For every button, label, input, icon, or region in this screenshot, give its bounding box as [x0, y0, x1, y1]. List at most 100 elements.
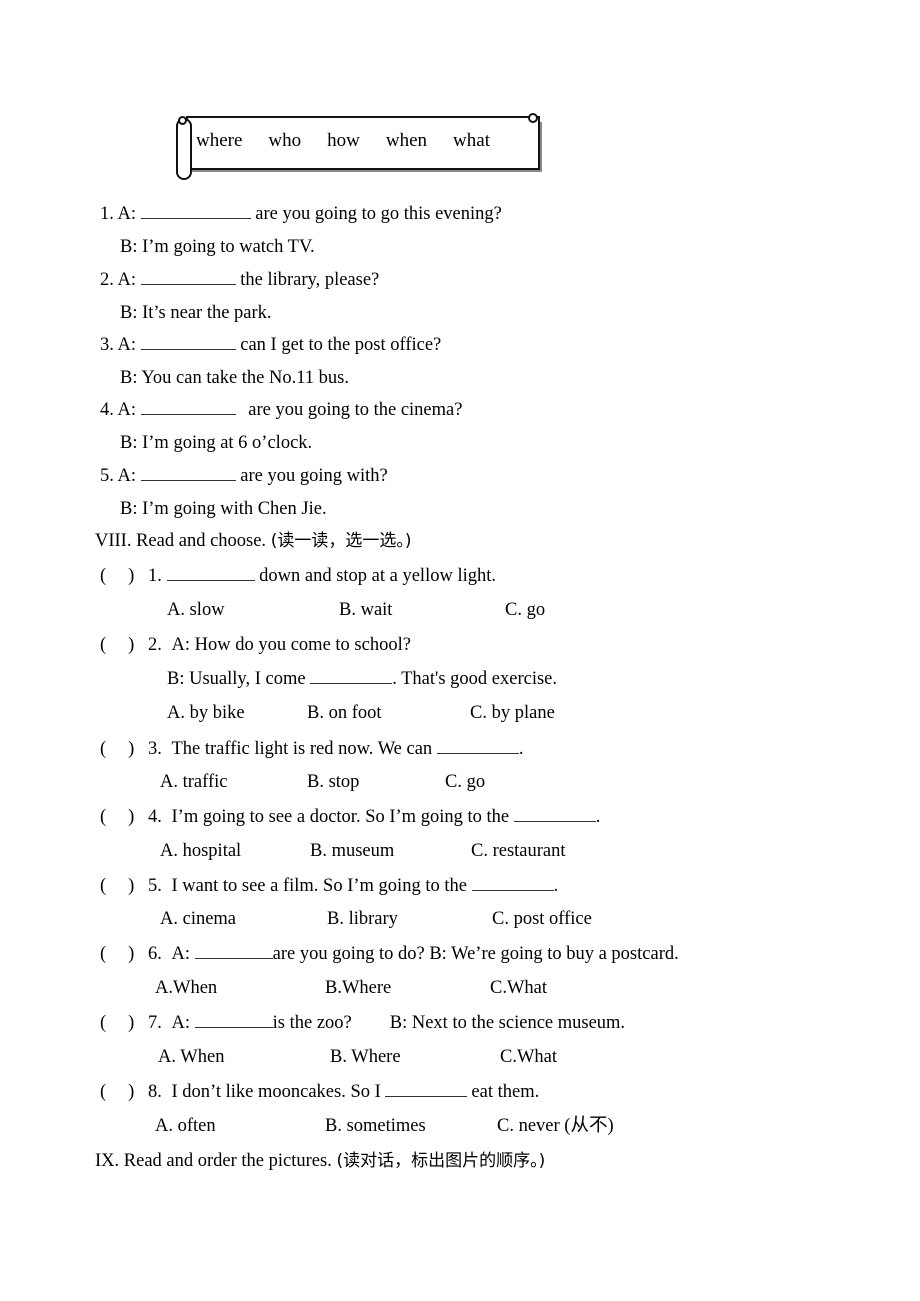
- mcq-3-option-c[interactable]: C. go: [445, 771, 485, 793]
- mcq-8-option-c[interactable]: C. never (从不): [497, 1115, 614, 1137]
- mcq-2-subline: B: Usually, I come . That's good exercis…: [167, 668, 557, 690]
- dialogue-2-text: the library, please?: [240, 270, 380, 290]
- mcq-2-text: A: How do you come to school?: [171, 635, 411, 655]
- mcq-7-option-c[interactable]: C.What: [500, 1046, 557, 1068]
- mcq-8-option-a[interactable]: A. often: [155, 1115, 216, 1137]
- mcq-4-stem: 4. I’m going to see a doctor. So I’m goi…: [148, 806, 600, 828]
- mcq-8-num: 8.: [148, 1082, 162, 1102]
- mcq-8-blank[interactable]: [385, 1082, 468, 1097]
- mcq-2-num: 2.: [148, 635, 162, 655]
- dialogue-item-4-answer: B: I’m going at 6 o’clock.: [120, 433, 313, 453]
- mcq-5-stem: 5. I want to see a film. So I’m going to…: [148, 875, 558, 897]
- mcq-3-text-post: .: [518, 739, 524, 759]
- bracket-open-6: (: [100, 944, 107, 964]
- dialogue-item-4-question: 4. A: are you going to the cinema?: [100, 399, 462, 421]
- dialogue-1-num: 1. A:: [100, 204, 136, 224]
- mcq-5-option-a[interactable]: A. cinema: [160, 908, 236, 930]
- answer-bracket-7[interactable]: (): [100, 1012, 134, 1034]
- mcq-4-option-b[interactable]: B. museum: [310, 840, 394, 862]
- section-viii-heading-cn: (读一读，选一选。): [270, 531, 412, 551]
- mcq-7-text: A:: [171, 1013, 195, 1033]
- mcq-4-blank[interactable]: [513, 807, 596, 822]
- mcq-3-blank[interactable]: [436, 739, 519, 754]
- bracket-open-4: (: [100, 807, 107, 827]
- mcq-8-text: I don’t like mooncakes. So I: [171, 1082, 386, 1102]
- section-ix-heading: IX. Read and order the pictures. (读对话，标出…: [95, 1150, 545, 1172]
- mcq-6-option-a[interactable]: A.When: [155, 977, 217, 999]
- mcq-4-option-c[interactable]: C. restaurant: [471, 840, 566, 862]
- answer-bracket-2[interactable]: (): [100, 634, 134, 656]
- bracket-close-4: ): [128, 807, 135, 827]
- mcq-4-num: 4.: [148, 807, 162, 827]
- dialogue-1-text: are you going to go this evening?: [255, 204, 502, 224]
- mcq-2-option-c[interactable]: C. by plane: [470, 702, 555, 724]
- mcq-4-text: I’m going to see a doctor. So I’m going …: [171, 807, 514, 827]
- dialogue-item-5-answer: B: I’m going with Chen Jie.: [120, 499, 327, 519]
- scroll-shadow-right: [540, 122, 542, 172]
- dialogue-item-2-question: 2. A: the library, please?: [100, 269, 379, 291]
- answer-bracket-4[interactable]: (): [100, 806, 134, 828]
- word-bank-item-0: where: [196, 130, 243, 151]
- dialogue-2-blank[interactable]: [140, 270, 236, 285]
- dialogue-1-blank[interactable]: [140, 204, 251, 219]
- mcq-6-stem: 6. A: are you going to do? B: We’re goin…: [148, 943, 679, 965]
- mcq-3-text: The traffic light is red now. We can: [171, 739, 437, 759]
- mcq-1-option-c[interactable]: C. go: [505, 599, 545, 621]
- mcq-3-option-b[interactable]: B. stop: [307, 771, 359, 793]
- mcq-1-option-a[interactable]: A. slow: [167, 599, 225, 621]
- mcq-3-option-a[interactable]: A. traffic: [160, 771, 227, 793]
- mcq-7-text-extra: B: Next to the science museum.: [389, 1013, 626, 1033]
- dialogue-4-blank[interactable]: [140, 400, 236, 415]
- bracket-open-8: (: [100, 1082, 107, 1102]
- bracket-close-2: ): [128, 635, 135, 655]
- mcq-7-num: 7.: [148, 1013, 162, 1033]
- mcq-1-option-b[interactable]: B. wait: [339, 599, 392, 621]
- mcq-3-stem: 3. The traffic light is red now. We can …: [148, 738, 523, 760]
- scroll-shadow-bottom: [190, 170, 542, 172]
- mcq-2-subline-pre: B: Usually, I come: [167, 669, 311, 689]
- dialogue-3-text: can I get to the post office?: [240, 335, 442, 355]
- answer-bracket-5[interactable]: (): [100, 875, 134, 897]
- word-bank-item-4: what: [453, 130, 490, 151]
- dialogue-item-2-answer: B: It’s near the park.: [120, 303, 272, 323]
- dialogue-2-num: 2. A:: [100, 270, 136, 290]
- mcq-8-option-b[interactable]: B. sometimes: [325, 1115, 426, 1137]
- mcq-5-option-c[interactable]: C. post office: [492, 908, 592, 930]
- word-bank-words: where who how when what: [196, 129, 536, 153]
- mcq-1-text: down and stop at a yellow light.: [259, 566, 496, 586]
- mcq-5-blank[interactable]: [471, 876, 554, 891]
- mcq-2-subline-post: . That's good exercise.: [392, 669, 558, 689]
- section-ix-heading-cn: (读对话，标出图片的顺序。): [336, 1151, 546, 1171]
- mcq-7-blank[interactable]: [194, 1013, 273, 1028]
- dialogue-5-blank[interactable]: [140, 466, 236, 481]
- mcq-5-text-post: .: [553, 876, 559, 896]
- answer-bracket-8[interactable]: (): [100, 1081, 134, 1103]
- mcq-2-blank[interactable]: [310, 669, 393, 684]
- mcq-7-option-a[interactable]: A. When: [158, 1046, 224, 1068]
- answer-bracket-6[interactable]: (): [100, 943, 134, 965]
- answer-bracket-1[interactable]: (): [100, 565, 134, 587]
- section-viii-heading: VIII. Read and choose. (读一读，选一选。): [95, 530, 411, 552]
- mcq-2-option-b[interactable]: B. on foot: [307, 702, 382, 724]
- mcq-1-blank[interactable]: [166, 566, 255, 581]
- mcq-6-option-c[interactable]: C.What: [490, 977, 547, 999]
- mcq-7-option-b[interactable]: B. Where: [330, 1046, 401, 1068]
- mcq-2-option-a[interactable]: A. by bike: [167, 702, 245, 724]
- dialogue-item-3-answer: B: You can take the No.11 bus.: [120, 368, 350, 388]
- answer-bracket-3[interactable]: (): [100, 738, 134, 760]
- section-ix-heading-en: IX. Read and order the pictures.: [95, 1151, 337, 1171]
- dialogue-3-num: 3. A:: [100, 335, 136, 355]
- mcq-6-num: 6.: [148, 944, 162, 964]
- dialogue-3-blank[interactable]: [140, 335, 236, 350]
- mcq-6-option-b[interactable]: B.Where: [325, 977, 391, 999]
- mcq-4-option-a[interactable]: A. hospital: [160, 840, 241, 862]
- mcq-6-blank[interactable]: [194, 944, 273, 959]
- mcq-5-option-b[interactable]: B. library: [327, 908, 398, 930]
- dialogue-5-num: 5. A:: [100, 466, 136, 486]
- bracket-close-3: ): [128, 739, 135, 759]
- mcq-8-text-post: eat them.: [471, 1082, 540, 1102]
- bracket-open-3: (: [100, 739, 107, 759]
- bracket-close-6: ): [128, 944, 135, 964]
- dialogue-item-5-question: 5. A: are you going with?: [100, 465, 388, 487]
- section-viii-heading-en: VIII. Read and choose.: [95, 531, 271, 551]
